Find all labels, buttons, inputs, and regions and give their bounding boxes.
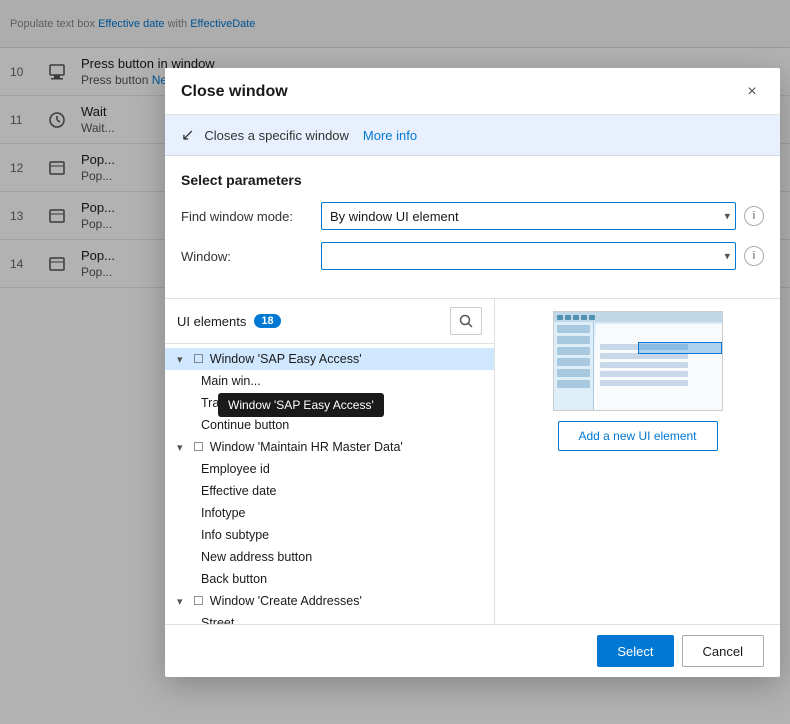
window-control: ▾ i: [321, 242, 764, 270]
tree-item-maintain-window[interactable]: ▾ ☐ Window 'Maintain HR Master Data': [165, 436, 494, 458]
sidebar-item-2: [557, 336, 590, 344]
preview-toolbar: [554, 312, 722, 322]
find-window-mode-control: By window UI element By title By index ▾…: [321, 202, 764, 230]
params-title: Select parameters: [181, 172, 764, 188]
cancel-button[interactable]: Cancel: [682, 635, 764, 667]
split-area: UI elements 18 ▾ ☐ Window 'SAP Easy Acce…: [165, 298, 780, 624]
modal-header: Close window ×: [165, 68, 780, 115]
tree-item-label: Continue button: [201, 418, 289, 432]
expand-icon-3: ▾: [177, 595, 189, 608]
tree-item-info-subtype[interactable]: Info subtype: [165, 524, 494, 546]
tree-item-label: Window 'Maintain HR Master Data': [210, 440, 403, 454]
tree-item-effective-date[interactable]: Effective date: [165, 480, 494, 502]
ui-elements-panel: UI elements 18 ▾ ☐ Window 'SAP Easy Acce…: [165, 299, 495, 624]
preview-content-row-3: [600, 362, 688, 368]
window-tree-icon: ☐: [193, 352, 204, 366]
tree-item-label: Window 'Create Addresses': [210, 594, 362, 608]
find-window-mode-row: Find window mode: By window UI element B…: [181, 202, 764, 230]
sidebar-item-4: [557, 358, 590, 366]
sidebar-item-1: [557, 325, 590, 333]
tree-item-employee-id[interactable]: Employee id: [165, 458, 494, 480]
window-tree-icon-3: ☐: [193, 594, 204, 608]
expand-icon: ▾: [177, 353, 189, 366]
preview-image: [553, 311, 723, 411]
tree-item-sap-window[interactable]: ▾ ☐ Window 'SAP Easy Access': [165, 348, 494, 370]
preview-panel: Add a new UI element: [495, 299, 780, 624]
preview-content: [596, 324, 722, 410]
tree-item-label: Main win...: [201, 374, 261, 388]
find-mode-info-button[interactable]: i: [744, 206, 764, 226]
toolbar-dot-2: [565, 315, 571, 320]
toolbar-dot-1: [557, 315, 563, 320]
modal-footer: Select Cancel: [165, 624, 780, 677]
modal-close-button[interactable]: ×: [740, 80, 764, 104]
sidebar-item-3: [557, 347, 590, 355]
preview-highlight: [638, 342, 722, 354]
toolbar-dot-5: [589, 315, 595, 320]
tree-item-label: Back button: [201, 572, 267, 586]
tree-item-main-win[interactable]: Main win...: [165, 370, 494, 392]
ui-elements-count: 18: [254, 314, 280, 328]
preview-inner: [554, 312, 722, 410]
sidebar-item-5: [557, 369, 590, 377]
tree-item-new-address[interactable]: New address button: [165, 546, 494, 568]
add-new-ui-element-button[interactable]: Add a new UI element: [558, 421, 718, 451]
search-icon: [459, 314, 473, 328]
window-row: Window: ▾ i: [181, 242, 764, 270]
window-label: Window:: [181, 249, 321, 264]
find-window-mode-select-wrapper: By window UI element By title By index ▾: [321, 202, 736, 230]
more-info-link[interactable]: More info: [363, 128, 417, 143]
toolbar-dot-3: [573, 315, 579, 320]
tree-item-transaction[interactable]: Transacti...: [165, 392, 494, 414]
tree-item-label: Effective date: [201, 484, 277, 498]
select-button[interactable]: Select: [597, 635, 673, 667]
window-tree-icon-2: ☐: [193, 440, 204, 454]
window-select[interactable]: [321, 242, 736, 270]
modal-title: Close window: [181, 83, 288, 101]
close-window-dialog: Close window × ↙ Closes a specific windo…: [165, 68, 780, 677]
tree-item-label: Street: [201, 616, 234, 624]
tree-item-label: Transacti...: [201, 396, 262, 410]
ui-elements-label: UI elements: [177, 314, 246, 329]
tree-item-infotype[interactable]: Infotype: [165, 502, 494, 524]
window-info-button[interactable]: i: [744, 246, 764, 266]
tree-item-create-window[interactable]: ▾ ☐ Window 'Create Addresses': [165, 590, 494, 612]
ui-elements-header: UI elements 18: [165, 299, 494, 344]
info-banner: ↙ Closes a specific window More info: [165, 115, 780, 156]
find-window-mode-select[interactable]: By window UI element By title By index: [321, 202, 736, 230]
params-section: Select parameters Find window mode: By w…: [165, 156, 780, 298]
info-text: Closes a specific window: [204, 128, 349, 143]
tree-item-label: Employee id: [201, 462, 270, 476]
tree-item-label: Infotype: [201, 506, 245, 520]
tree-item-label: Window 'SAP Easy Access': [210, 352, 362, 366]
sidebar-item-6: [557, 380, 590, 388]
ui-elements-tree: ▾ ☐ Window 'SAP Easy Access' Main win...…: [165, 344, 494, 624]
ui-search-button[interactable]: [450, 307, 482, 335]
preview-sidebar: [554, 322, 594, 410]
preview-content-row-5: [600, 380, 688, 386]
tree-item-label: Info subtype: [201, 528, 269, 542]
find-window-mode-label: Find window mode:: [181, 209, 321, 224]
tree-item-label: New address button: [201, 550, 312, 564]
window-select-wrapper: ▾: [321, 242, 736, 270]
tree-item-back-button[interactable]: Back button: [165, 568, 494, 590]
tree-item-street[interactable]: Street: [165, 612, 494, 624]
arrow-icon: ↙: [181, 125, 194, 145]
expand-icon-2: ▾: [177, 441, 189, 454]
tree-item-continue-button[interactable]: Continue button: [165, 414, 494, 436]
preview-content-row-4: [600, 371, 688, 377]
toolbar-dot-4: [581, 315, 587, 320]
